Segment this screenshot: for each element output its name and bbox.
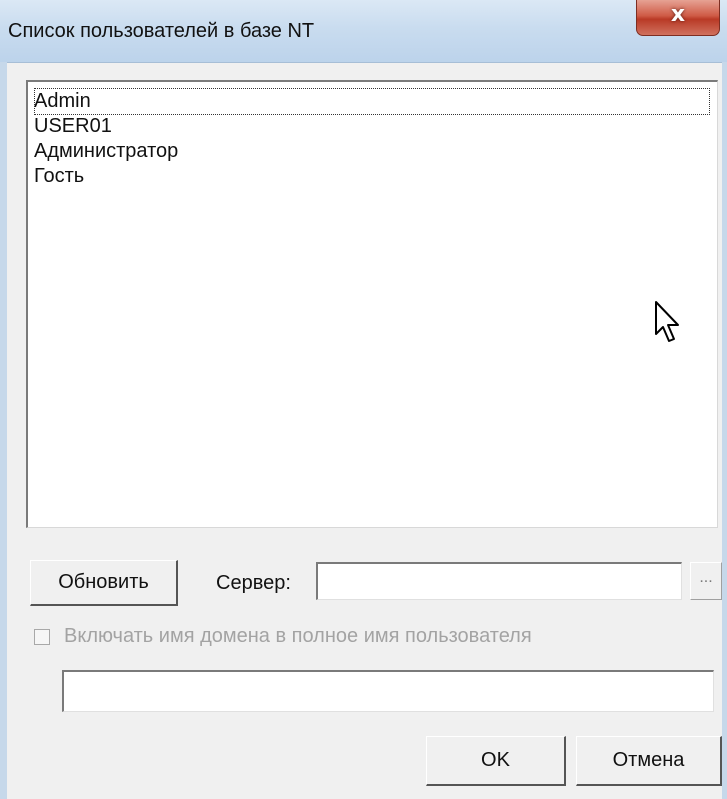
close-button[interactable]: x [636,0,720,36]
users-dialog: Список пользователей в базе NT x Admin U… [0,0,727,799]
refresh-button[interactable]: Обновить [30,560,178,606]
server-input[interactable] [316,562,682,600]
users-listbox[interactable]: Admin USER01 Администратор Гость [26,80,718,528]
cancel-button[interactable]: Отмена [576,736,722,786]
list-item[interactable]: Гость [34,163,84,190]
include-domain-checkbox[interactable] [34,629,50,645]
window-frame-right [722,62,727,799]
browse-server-button[interactable]: ... [690,562,722,600]
close-icon: x [670,2,686,27]
server-label: Сервер: [216,572,291,594]
mouse-pointer-icon [655,301,679,342]
list-item[interactable]: USER01 [34,113,112,140]
include-domain-label: Включать имя домена в полное имя пользов… [64,625,532,647]
list-item[interactable]: Администратор [34,138,178,165]
list-item[interactable]: Admin [34,88,710,115]
window-frame-left [0,62,7,799]
window-title: Список пользователей в базе NT [8,20,315,42]
ok-button[interactable]: OK [426,736,566,786]
title-bar: Список пользователей в базе NT x [0,0,727,63]
full-name-field[interactable] [62,670,714,712]
